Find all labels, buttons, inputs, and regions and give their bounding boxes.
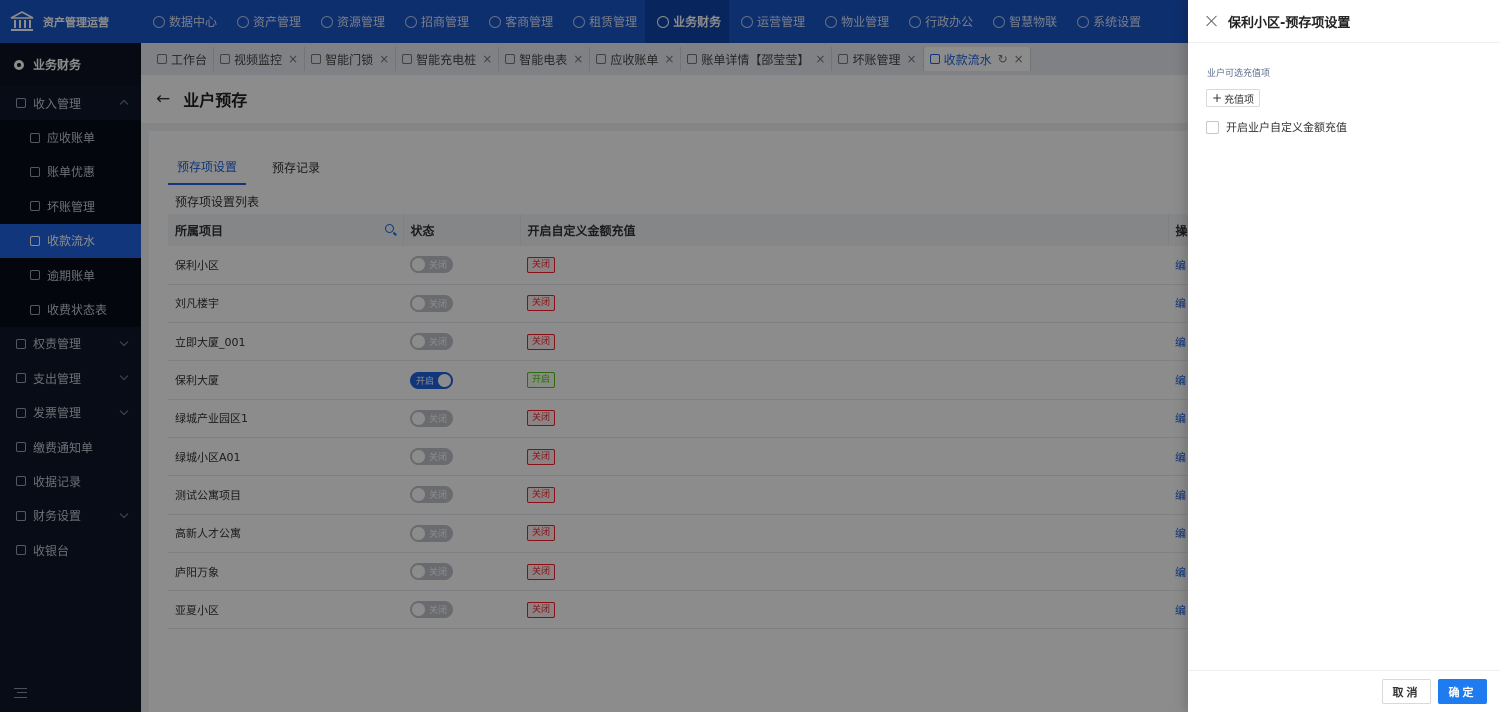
settings-drawer: 保利小区-预存项设置 业户可选充值项 + 充值项 开启业户自定义金额充值 取消 … [1188, 0, 1500, 712]
add-recharge-item-label: 充值项 [1224, 94, 1255, 106]
custom-amount-checkbox[interactable] [1206, 120, 1219, 134]
recharge-options-label: 业户可选充值项 [1207, 69, 1271, 79]
plus-icon: + [1212, 91, 1223, 105]
drawer-title: 保利小区-预存项设置 [1228, 15, 1351, 31]
custom-amount-label: 开启业户自定义金额充值 [1226, 121, 1347, 134]
add-recharge-item-button[interactable]: + 充值项 [1206, 89, 1261, 107]
confirm-button[interactable]: 确定 [1438, 679, 1487, 704]
drawer-header: 保利小区-预存项设置 [1188, 0, 1500, 43]
custom-amount-option[interactable]: 开启业户自定义金额充值 [1206, 119, 1347, 135]
drawer-footer: 取消 确定 [1188, 670, 1500, 712]
cancel-button[interactable]: 取消 [1382, 679, 1431, 704]
close-icon[interactable] [1206, 15, 1218, 27]
